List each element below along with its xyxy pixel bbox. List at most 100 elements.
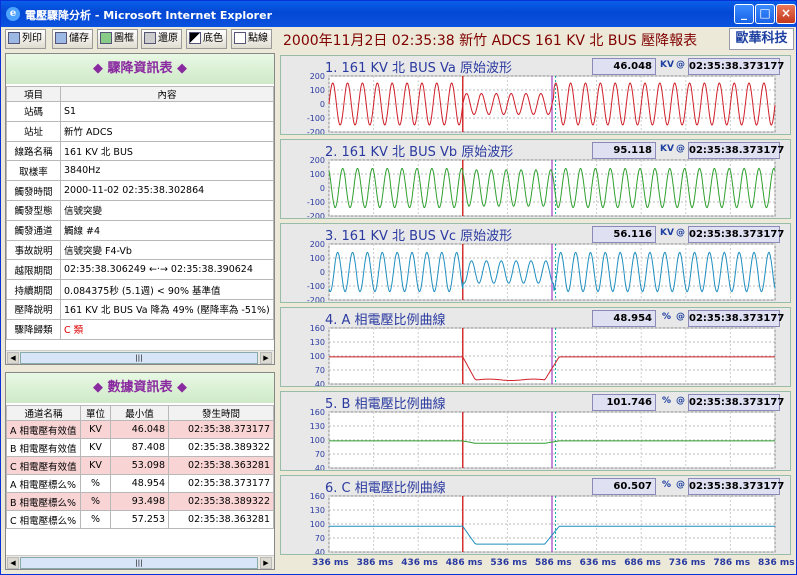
stat-row: A 相電壓標么%% 48.954 02:35:38.373177 [6, 474, 274, 493]
dotline-icon [234, 32, 246, 44]
stat-time: 02:35:38.389322 [168, 438, 274, 457]
title-bar: e 電壓驟降分析 - Microsoft Internet Explorer _… [1, 1, 796, 27]
chart-value: 101.746 [592, 394, 656, 411]
x-axis: 336 ms 386 ms 436 ms 486 ms 536 ms 586 ms 636 … [280, 553, 795, 573]
scroll-thumb[interactable]: ||| [20, 352, 258, 364]
ie-window: e 電壓驟降分析 - Microsoft Internet Explorer _… [0, 0, 797, 575]
chart-title: 4. A 相電壓比例曲線 [325, 313, 446, 328]
info-col-content: 內容 [60, 86, 274, 102]
chart-value: 95.118 [592, 142, 656, 159]
y-tick-label: 130 [310, 422, 325, 431]
y-tick-label: -200 [307, 212, 325, 218]
info-key: 觸發型態 [6, 199, 61, 221]
y-tick-label: 130 [310, 338, 325, 347]
x-tick-label: 386 ms [356, 558, 394, 568]
points-button[interactable]: 點線 [231, 29, 272, 49]
stat-col-unit: 單位 [80, 405, 111, 421]
chart-title: 2. 161 KV 北 BUS Vb 原始波形 [325, 145, 514, 160]
x-tick-label: 736 ms [668, 558, 706, 568]
info-value: 0.084375秒 (5.1週) < 90% 基準值 [60, 279, 274, 300]
info-value: 161 KV 北 BUS [60, 140, 274, 162]
bgcolor-label: 底色 [203, 33, 223, 44]
restore-button[interactable]: 還原 [141, 29, 182, 49]
info-hscrollbar[interactable]: ◀ ||| ▶ [6, 350, 274, 364]
info-row: 觸發通道 觸線 #4 [6, 219, 274, 241]
stat-hscrollbar[interactable]: ◀ ||| ▶ [6, 555, 274, 569]
chart-at: @ [676, 144, 685, 154]
bgcolor-button[interactable]: 底色 [186, 29, 227, 49]
y-tick-label: 100 [310, 170, 325, 179]
chart-3: 200 100 0 -100 -200 3. 161 KV 北 BUS Vc 原始波形 56… [280, 223, 791, 303]
info-value: 02:35:38.306249 ←‧→ 02:35:38.390624 [60, 259, 274, 281]
stat-min: 57.253 [110, 510, 169, 529]
stat-min: 93.498 [110, 492, 169, 511]
disk-icon [55, 32, 67, 44]
y-tick-label: 100 [310, 86, 325, 95]
x-tick-label: 686 ms [624, 558, 661, 568]
info-key: 驟降歸類 [6, 318, 61, 340]
info-key: 壓降說明 [6, 298, 61, 320]
info-value: C 類 [60, 318, 274, 340]
chart-unit: KV [660, 144, 674, 154]
maximize-button[interactable]: □ [755, 4, 775, 24]
stat-unit: KV [80, 456, 111, 475]
chart-4: 160 130 100 70 40 4. A 相電壓比例曲線 48.954% @02:35:3… [280, 307, 791, 387]
scroll-right-arrow-icon[interactable]: ▶ [260, 352, 272, 364]
chart-at: @ [676, 312, 685, 322]
charts-area: 200 100 0 -100 -200 1. 161 KV 北 BUS Va 原始波形 46… [277, 53, 795, 573]
info-row: 驟降歸類 C 類 [6, 318, 274, 340]
info-row: 站址 新竹 ADCS [6, 120, 274, 142]
info-row: 觸發時間 2000-11-02 02:35:38.302864 [6, 180, 274, 201]
y-tick-label: 70 [315, 534, 325, 543]
info-key: 越限期間 [6, 259, 61, 281]
stat-time: 02:35:38.389322 [168, 492, 274, 511]
y-tick-label: 0 [320, 184, 325, 193]
x-tick-label: 836 ms [758, 558, 795, 568]
stat-min: 46.048 [110, 420, 169, 439]
stat-min: 48.954 [110, 474, 169, 493]
chart-at: @ [676, 480, 685, 490]
stat-time: 02:35:38.373177 [168, 420, 274, 439]
stat-name: C 相電壓有效值 [6, 456, 81, 475]
chart-title: 5. B 相電壓比例曲線 [325, 397, 446, 412]
stat-unit: KV [80, 438, 111, 457]
info-value: S1 [60, 101, 274, 122]
y-tick-label: 200 [310, 156, 325, 165]
chart-title: 6. C 相電壓比例曲線 [325, 481, 446, 496]
chart-unit: % [662, 480, 672, 490]
info-key: 站碼 [6, 101, 61, 122]
info-value: 3840Hz [60, 160, 274, 182]
y-tick-label: 160 [310, 492, 325, 501]
minimize-button[interactable]: _ [734, 4, 754, 24]
chart-5: 160 130 100 70 40 5. B 相電壓比例曲線 101.746% @02:35:… [280, 391, 791, 471]
print-label: 列印 [22, 33, 42, 44]
y-tick-label: 160 [310, 324, 325, 333]
scroll-right-arrow-icon[interactable]: ▶ [260, 557, 272, 569]
close-button[interactable]: × [776, 4, 796, 24]
stat-time: 02:35:38.363281 [168, 510, 274, 529]
stat-row: B 相電壓有效值 KV 87.408 02:35:38.389322 [6, 438, 274, 457]
stat-unit: KV [80, 420, 111, 439]
window-frame-button[interactable]: 圖框 [97, 29, 138, 49]
chart-time: 02:35:38.373177 [688, 226, 784, 243]
y-tick-label: 200 [310, 240, 325, 249]
stat-col-min: 最小值 [110, 405, 169, 421]
y-tick-label: 200 [310, 72, 325, 81]
print-button[interactable]: 列印 [5, 29, 46, 49]
save-button[interactable]: 儲存 [52, 29, 93, 49]
info-key: 站址 [6, 120, 61, 142]
scroll-thumb[interactable]: ||| [20, 557, 258, 569]
y-tick-label: 70 [315, 366, 325, 375]
info-key: 線路名稱 [6, 140, 61, 162]
scroll-left-arrow-icon[interactable]: ◀ [7, 557, 19, 569]
info-key: 取樣率 [6, 160, 61, 182]
save-label: 儲存 [69, 33, 89, 44]
info-panel: ◆ 驟降資訊表 ◆ 項目 內容 站碼 S1 站址 新竹 ADCS 線路名稱 161 KV 北… [5, 53, 275, 365]
chart-value: 48.954 [592, 310, 656, 327]
stat-table: 通道名稱 單位 最小值 發生時間 A 相電壓有效值 KV 46.048 02:35:3… [6, 405, 274, 529]
scroll-left-arrow-icon[interactable]: ◀ [7, 352, 19, 364]
y-tick-label: -100 [307, 282, 325, 291]
chart-title: 3. 161 KV 北 BUS Vc 原始波形 [325, 229, 513, 244]
chart-unit: % [662, 312, 672, 322]
stat-panel-title: ◆ 數據資訊表 ◆ [6, 373, 274, 403]
